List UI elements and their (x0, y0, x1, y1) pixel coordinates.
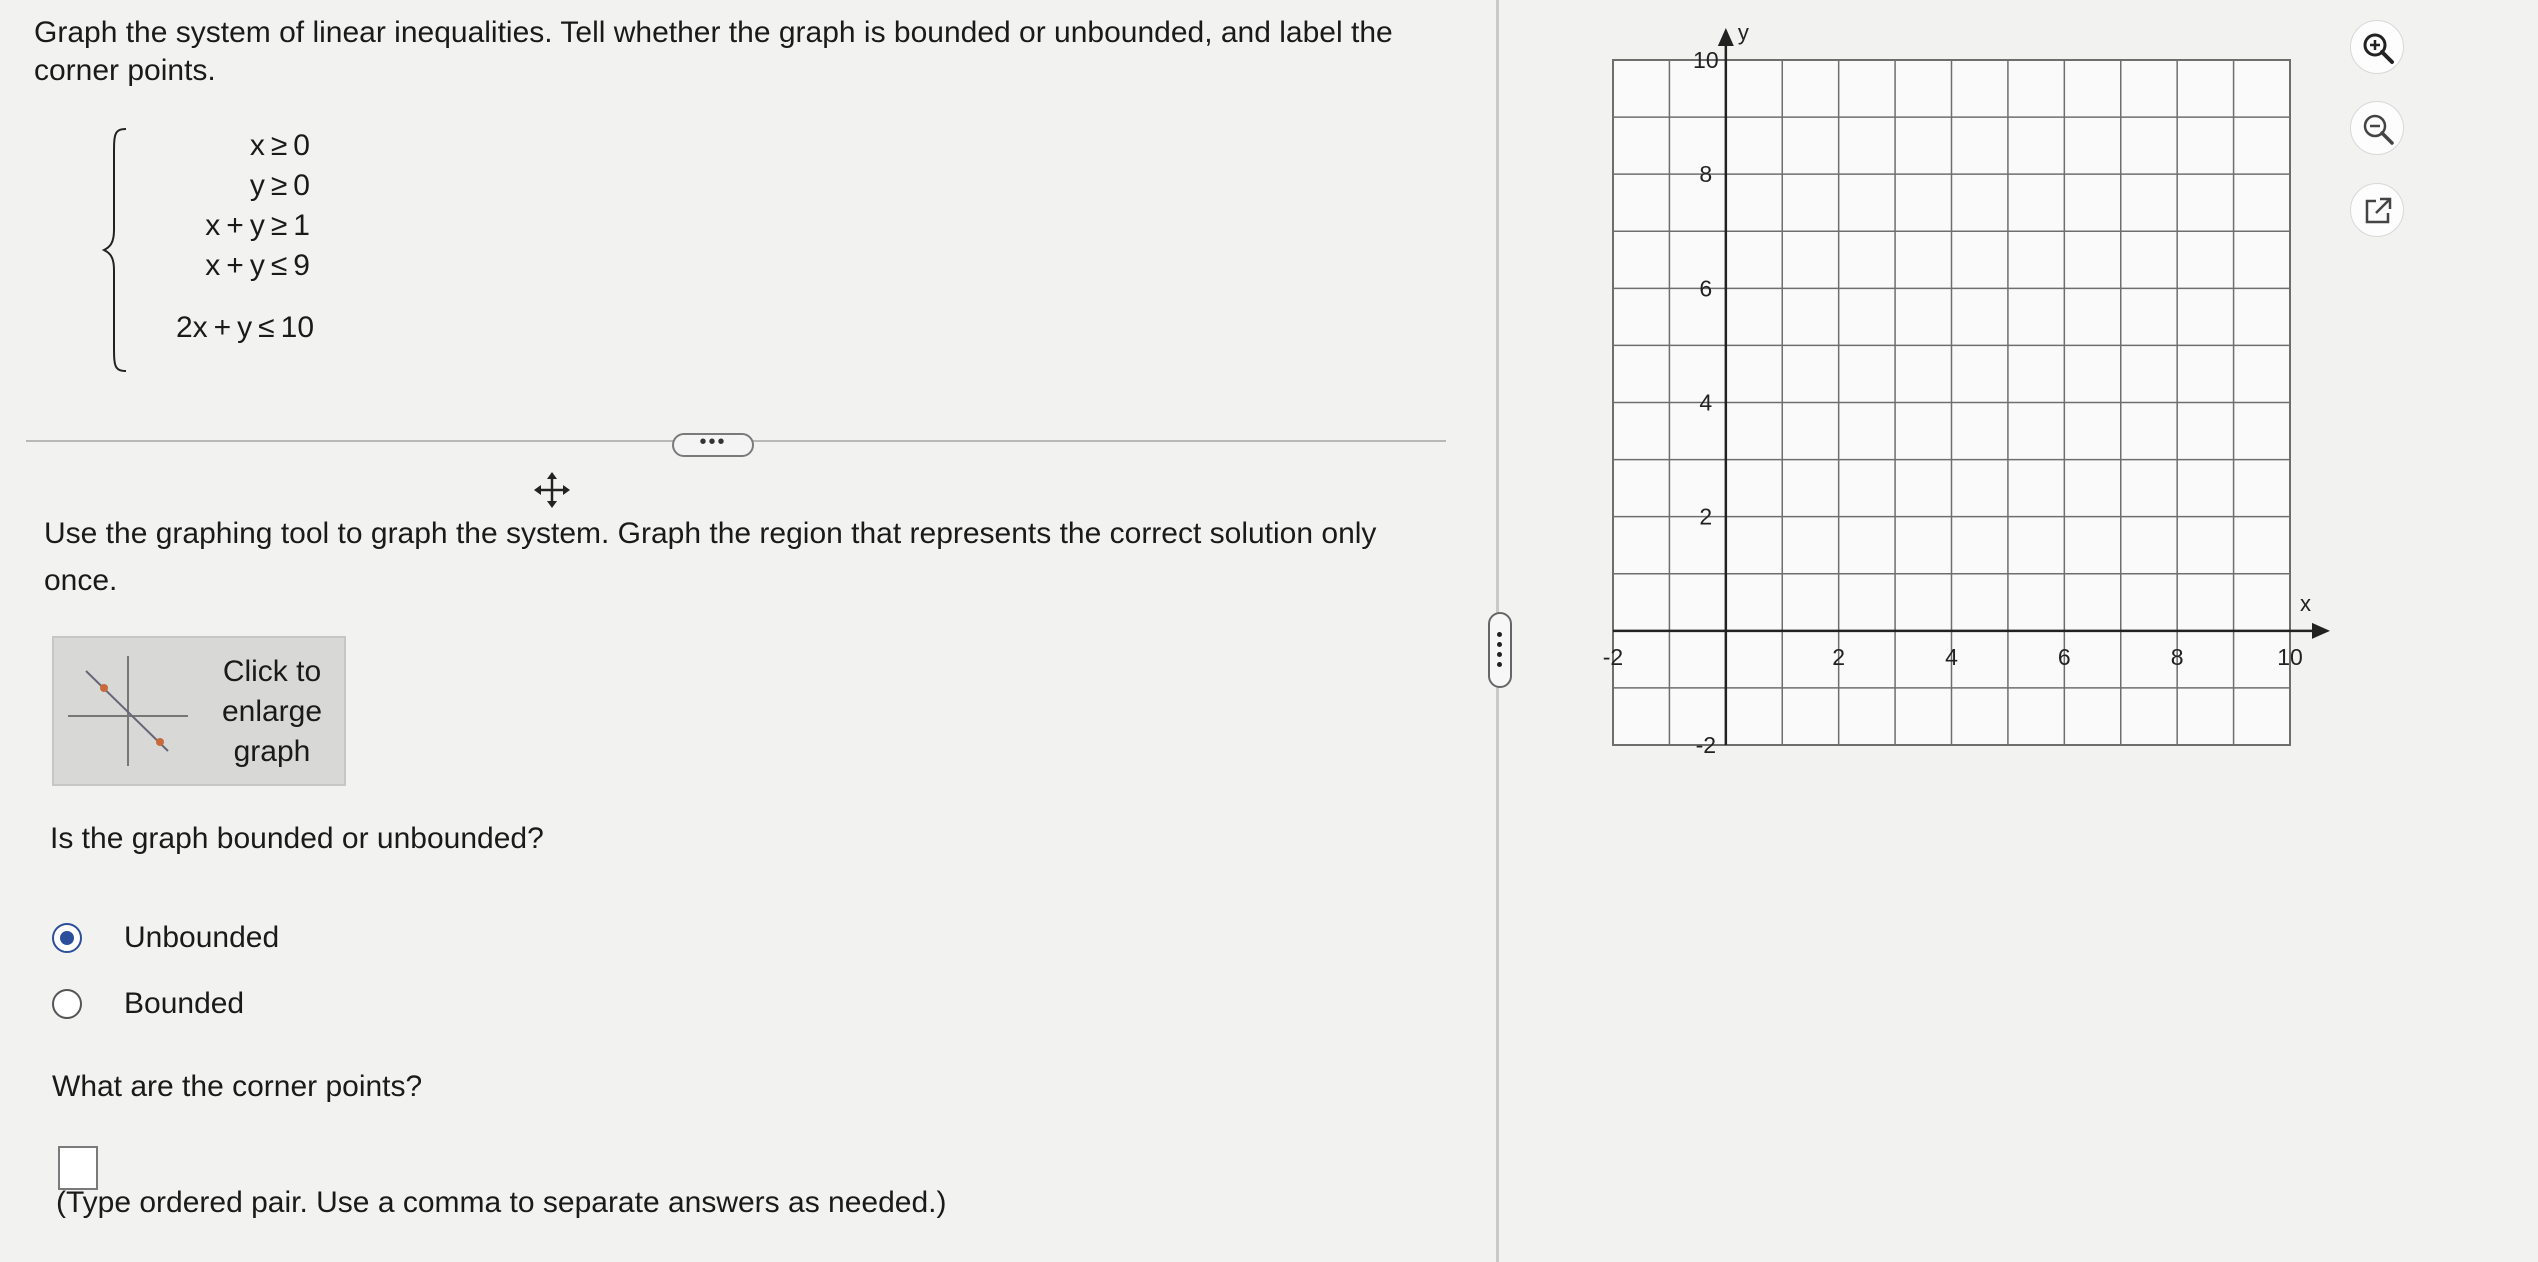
inequality-2: y ≥ 0 (249, 169, 310, 202)
zoom-in-icon (2363, 33, 2394, 64)
bounded-question: Is the graph bounded or unbounded? (50, 822, 544, 855)
pop-out-button[interactable] (2350, 183, 2404, 237)
pop-out-icon (2365, 197, 2392, 224)
enlarge-graph-button[interactable]: Click to enlarge graph (52, 636, 346, 786)
x-tick-label: 2 (1832, 644, 1845, 670)
x-tick-label: 8 (2171, 644, 2184, 670)
corner-points-input[interactable] (58, 1146, 98, 1190)
y-axis-arrow (1717, 28, 1734, 46)
y-tick-label: 10 (1693, 47, 1719, 73)
graph-thumbnail-icon (68, 656, 188, 766)
option-bounded-label: Bounded (124, 987, 245, 1020)
zoom-out-icon (2363, 114, 2394, 145)
answer-hint: (Type ordered pair. Use a comma to separ… (56, 1186, 947, 1219)
x-tick-label: 10 (2277, 644, 2303, 670)
y-tick-label: 6 (1699, 275, 1712, 301)
y-axis-label: y (1738, 20, 1749, 45)
inequality-5: 2x + y ≤ 10 (175, 311, 314, 344)
instructions-text: Use the graphing tool to graph the syste… (44, 517, 1377, 597)
inequality-system: x ≥ 0 y ≥ 0 x + y ≥ 1 x + y ≤ 9 2x + y ≤… (100, 125, 360, 375)
option-bounded[interactable]: Bounded (52, 984, 244, 1024)
inequality-1: x ≥ 0 (249, 129, 310, 162)
y-tick-label: 4 (1699, 390, 1712, 416)
graph-pane: x y -2 2 4 6 8 10 10 8 6 4 2 -2 (1500, 0, 2538, 1262)
radio-bounded[interactable] (52, 989, 82, 1019)
problem-prompt: Graph the system of linear inequalities.… (34, 16, 1393, 87)
question-pane: Graph the system of linear inequalities.… (0, 0, 1496, 1262)
y-tick-label: 8 (1699, 161, 1712, 187)
x-axis-arrow (2312, 622, 2330, 639)
zoom-out-button[interactable] (2350, 101, 2404, 155)
enlarge-graph-label: Click to enlarge graph (221, 655, 323, 768)
x-tick-label: -2 (1603, 644, 1623, 670)
option-unbounded-label: Unbounded (124, 921, 280, 954)
inequality-4: x + y ≤ 9 (205, 249, 310, 282)
x-tick-label: 4 (1945, 644, 1958, 670)
corner-points-question: What are the corner points? (52, 1070, 423, 1103)
y-tick-label: -2 (1696, 732, 1716, 758)
y-tick-label: 2 (1699, 504, 1712, 530)
inequality-3: x + y ≥ 1 (205, 209, 310, 242)
x-tick-label: 6 (2058, 644, 2071, 670)
show-more-button[interactable]: ••• (672, 432, 754, 457)
radio-unbounded[interactable] (52, 923, 82, 953)
move-cursor-icon (534, 472, 570, 508)
zoom-in-button[interactable] (2350, 20, 2404, 74)
left-brace (101, 128, 127, 372)
option-unbounded[interactable]: Unbounded (52, 918, 279, 958)
x-axis-label: x (2300, 591, 2311, 616)
